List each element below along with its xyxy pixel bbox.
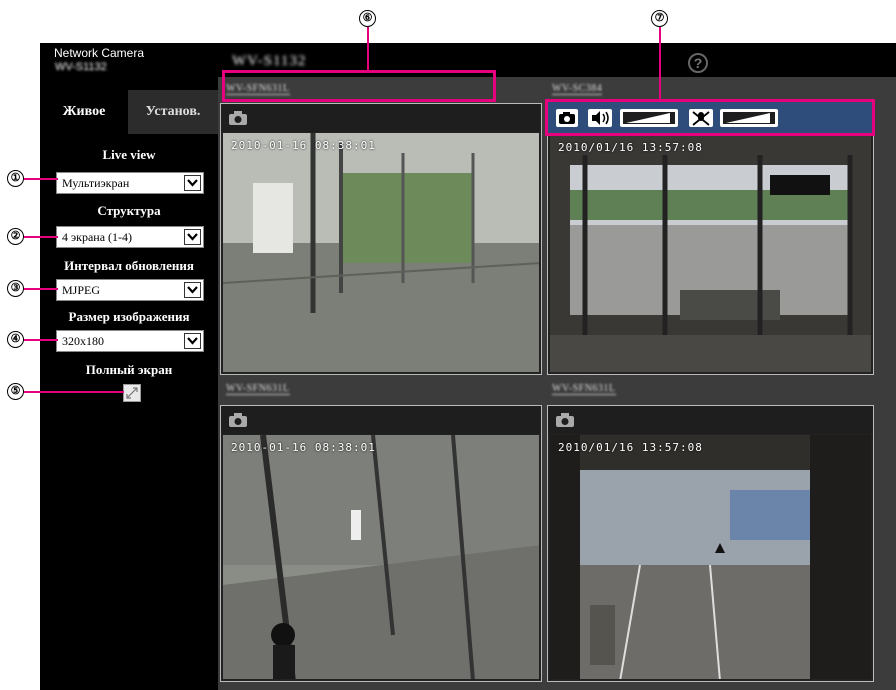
camera-video-3[interactable]: 2010-01-16 08:38:01: [223, 435, 539, 679]
image-size-label: Размер изображения: [68, 309, 190, 324]
refresh-interval-select[interactable]: MJPEG: [56, 279, 204, 301]
camera-timestamp-4: 2010/01/16 13:57:08: [558, 441, 703, 454]
camera-panel-1: 2010-01-16 08:38:01: [220, 103, 542, 375]
dropdown-arrow-icon[interactable]: [184, 229, 201, 245]
camera-panel-2: 2010/01/16 13:57:08: [547, 100, 874, 375]
callout-7: ⑦: [651, 10, 668, 27]
camera-timestamp-2: 2010/01/16 13:57:08: [558, 141, 703, 154]
callout-6-line: [367, 27, 369, 71]
structure-value: 4 экрана (1-4): [62, 230, 133, 244]
camera-icon[interactable]: [229, 413, 247, 432]
refresh-interval-value: MJPEG: [62, 283, 101, 297]
camera-panel-4: 2010/01/16 13:57:08: [547, 405, 874, 682]
structure-label: Структура: [97, 203, 161, 218]
callout-3-line: [24, 288, 58, 290]
camera-title-3[interactable]: WV-SFN631L: [226, 383, 290, 395]
camera-timestamp-1: 2010-01-16 08:38:01: [231, 139, 376, 152]
image-size-value: 320x180: [62, 334, 104, 348]
camera-video-1[interactable]: 2010-01-16 08:38:01: [223, 133, 539, 372]
callout-5: ⑤: [7, 383, 24, 400]
camera-icon[interactable]: [556, 413, 574, 432]
image-size-select[interactable]: 320x180: [56, 330, 204, 352]
callout-6: ⑥: [359, 10, 376, 27]
model-name-small: WV-S1132: [55, 61, 107, 73]
camera-toolbar-1: [221, 104, 541, 132]
model-name-header: WV-S1132: [232, 53, 307, 69]
callout-4: ④: [7, 331, 24, 348]
camera-toolbar-4: [548, 406, 873, 434]
camera-title-highlight: [222, 70, 496, 102]
callout-3: ③: [7, 280, 24, 297]
callout-1-line: [24, 178, 58, 180]
callout-1: ①: [7, 170, 24, 187]
camera-title-4[interactable]: WV-SFN631L: [552, 383, 616, 395]
structure-select[interactable]: 4 экрана (1-4): [56, 226, 204, 248]
live-view-select[interactable]: Мультиэкран: [56, 172, 204, 194]
callout-5-line: [24, 391, 124, 393]
tab-setup[interactable]: Установ.: [128, 90, 218, 134]
toolbar-highlight: [545, 99, 875, 136]
tab-live[interactable]: Живое: [40, 90, 128, 134]
camera-video-2[interactable]: 2010/01/16 13:57:08: [550, 135, 871, 372]
refresh-interval-label: Интервал обновления: [64, 258, 194, 273]
camera-video-4[interactable]: 2010/01/16 13:57:08: [550, 435, 871, 679]
callout-4-line: [24, 339, 58, 341]
camera-title-2[interactable]: WV-SC384: [552, 83, 603, 95]
live-view-value: Мультиэкран: [62, 176, 130, 190]
live-view-label: Live view: [102, 147, 156, 162]
help-icon[interactable]: ?: [688, 53, 708, 73]
callout-2-line: [24, 236, 58, 238]
fullscreen-icon[interactable]: [123, 384, 141, 402]
brand-label: Network Camera: [54, 46, 145, 60]
dropdown-arrow-icon[interactable]: [184, 333, 201, 349]
dropdown-arrow-icon[interactable]: [184, 175, 201, 191]
callout-2: ②: [7, 228, 24, 245]
camera-icon[interactable]: [229, 111, 247, 130]
camera-panel-3: 2010-01-16 08:38:01: [220, 405, 542, 682]
camera-timestamp-3: 2010-01-16 08:38:01: [231, 441, 376, 454]
camera-toolbar-3: [221, 406, 541, 434]
callout-7-line: [659, 27, 661, 100]
fullscreen-label: Полный экран: [85, 362, 173, 377]
dropdown-arrow-icon[interactable]: [184, 282, 201, 298]
